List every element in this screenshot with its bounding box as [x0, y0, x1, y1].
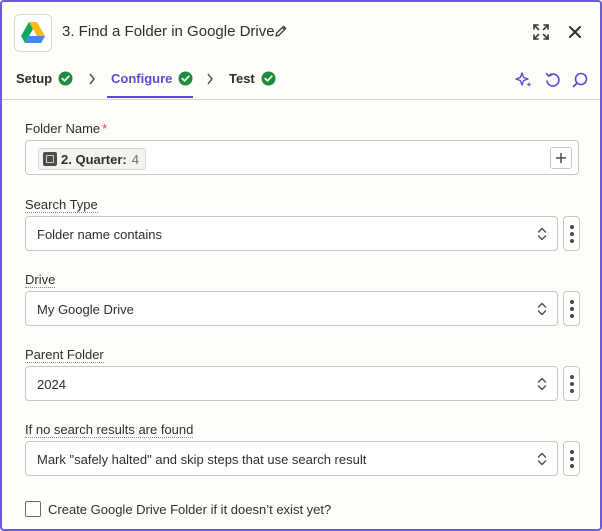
no-results-value: Mark "safely halted" and skip steps that…	[37, 452, 367, 467]
search-type-label: Search Type	[25, 197, 98, 213]
parent-folder-value: 2024	[37, 377, 66, 392]
search-type-select[interactable]: Folder name contains	[25, 216, 558, 251]
google-drive-icon	[14, 14, 52, 52]
search-type-more-button[interactable]	[563, 216, 580, 251]
check-circle-icon	[178, 71, 193, 86]
drive-label: Drive	[25, 272, 56, 288]
search-type-value: Folder name contains	[37, 227, 163, 242]
pill-value: 4	[131, 151, 139, 167]
chevron-right-icon	[206, 72, 214, 88]
active-tab-indicator	[107, 96, 193, 98]
tab-test[interactable]: Test	[229, 71, 276, 86]
no-results-more-button[interactable]	[563, 441, 580, 476]
chevron-up-down-icon	[537, 227, 547, 241]
panel-header: 3. Find a Folder in Google Drive	[2, 2, 600, 62]
folder-name-label: Folder Name *	[25, 121, 107, 136]
check-circle-icon	[58, 71, 73, 86]
chevron-right-icon	[88, 72, 96, 88]
step-tabs: Setup Configure Test	[2, 62, 600, 100]
step-editor-panel: 3. Find a Folder in Google Drive Setup C…	[0, 0, 602, 531]
required-marker: *	[102, 121, 108, 136]
chevron-up-down-icon	[537, 302, 547, 316]
tab-configure[interactable]: Configure	[111, 71, 193, 86]
tab-label: Setup	[16, 71, 53, 86]
drive-label-text: Drive	[25, 272, 56, 288]
parent-folder-select[interactable]: 2024	[25, 366, 558, 401]
parent-folder-label-text: Parent Folder	[25, 347, 104, 363]
no-results-label: If no search results are found	[25, 422, 194, 438]
step-title: 3. Find a Folder in Google Drive	[62, 23, 275, 40]
drive-more-button[interactable]	[563, 291, 580, 326]
tab-setup[interactable]: Setup	[16, 71, 73, 86]
folder-name-field[interactable]: 2. Quarter: 4	[25, 140, 579, 175]
plus-icon	[556, 153, 566, 163]
chevron-up-down-icon	[537, 377, 547, 391]
add-field-button[interactable]	[550, 147, 572, 169]
folder-name-label-text: Folder Name	[25, 121, 101, 136]
check-circle-icon	[261, 71, 276, 86]
drive-value: My Google Drive	[37, 302, 134, 317]
sparkle-icon[interactable]	[514, 70, 534, 90]
no-results-select[interactable]: Mark "safely halted" and skip steps that…	[25, 441, 558, 476]
search-icon[interactable]	[570, 70, 590, 90]
drive-select[interactable]: My Google Drive	[25, 291, 558, 326]
close-icon[interactable]	[565, 22, 585, 42]
search-type-label-text: Search Type	[25, 197, 98, 213]
refresh-icon[interactable]	[543, 70, 563, 90]
expand-icon[interactable]	[531, 22, 551, 42]
pill-label: 2. Quarter:	[61, 151, 127, 167]
tab-label: Configure	[111, 71, 173, 86]
create-folder-option[interactable]: Create Google Drive Folder if it doesn’t…	[25, 501, 331, 517]
mapped-field-pill[interactable]: 2. Quarter: 4	[38, 148, 146, 170]
parent-folder-label: Parent Folder	[25, 347, 104, 363]
no-results-label-text: If no search results are found	[25, 422, 194, 438]
parent-folder-more-button[interactable]	[563, 366, 580, 401]
tab-label: Test	[229, 71, 255, 86]
create-folder-label: Create Google Drive Folder if it doesn’t…	[48, 501, 332, 517]
step-app-icon	[43, 152, 57, 166]
pencil-icon[interactable]	[274, 24, 288, 43]
chevron-up-down-icon	[537, 452, 547, 466]
create-folder-checkbox[interactable]	[25, 501, 41, 517]
